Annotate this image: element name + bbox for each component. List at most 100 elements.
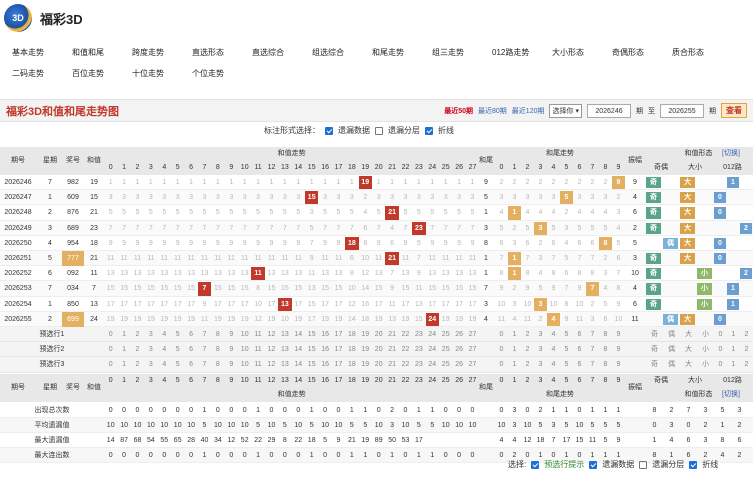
preview-012-cell[interactable]: 2 bbox=[740, 342, 753, 357]
preview-dx-cell[interactable]: 小 bbox=[697, 342, 714, 357]
preview-sum-cell[interactable]: 7 bbox=[198, 327, 211, 342]
preview-tail-cell[interactable]: 4 bbox=[547, 342, 560, 357]
preview-sum-cell[interactable]: 26 bbox=[452, 357, 465, 372]
nav-link[interactable]: 和尾走势 bbox=[360, 47, 420, 58]
preview-sum-cell[interactable]: 23 bbox=[412, 357, 425, 372]
preview-sum-cell[interactable]: 22 bbox=[399, 327, 412, 342]
nav-link[interactable]: 012路走势 bbox=[480, 47, 540, 58]
preview-tail-cell[interactable]: 5 bbox=[560, 342, 573, 357]
preview-hint-checkbox[interactable] bbox=[531, 460, 540, 469]
nav-link[interactable]: 组三走势 bbox=[420, 47, 480, 58]
preview-sum-cell[interactable]: 14 bbox=[292, 327, 305, 342]
preview-dx-cell[interactable]: 小 bbox=[697, 357, 714, 372]
footer-missing-data-checkbox[interactable] bbox=[589, 460, 598, 469]
preview-sum-cell[interactable]: 26 bbox=[452, 327, 465, 342]
preview-dx-cell[interactable]: 大 bbox=[680, 342, 697, 357]
preview-sum-cell[interactable]: 23 bbox=[412, 342, 425, 357]
preview-sum-cell[interactable]: 8 bbox=[211, 357, 224, 372]
preview-012-cell[interactable]: 0 bbox=[714, 357, 727, 372]
footer-polyline-checkbox[interactable] bbox=[689, 460, 698, 469]
preview-jo-cell[interactable]: 奇 bbox=[646, 342, 663, 357]
preview-sum-cell[interactable]: 22 bbox=[399, 357, 412, 372]
preview-sum-cell[interactable]: 3 bbox=[144, 357, 157, 372]
nav-link[interactable]: 跨度走势 bbox=[120, 47, 180, 58]
recent-80-link[interactable]: 最近80期 bbox=[478, 106, 507, 116]
preview-012-cell[interactable]: 1 bbox=[727, 342, 740, 357]
preview-sum-cell[interactable]: 17 bbox=[332, 342, 345, 357]
preview-tail-cell[interactable]: 8 bbox=[599, 357, 612, 372]
preview-jo-cell[interactable]: 奇 bbox=[646, 357, 663, 372]
preview-dx-cell[interactable]: 大 bbox=[680, 357, 697, 372]
preview-sum-cell[interactable]: 5 bbox=[171, 357, 184, 372]
preview-tail-cell[interactable]: 0 bbox=[495, 327, 508, 342]
preview-sum-cell[interactable]: 27 bbox=[466, 342, 479, 357]
preview-tail-cell[interactable]: 5 bbox=[560, 357, 573, 372]
preview-sum-cell[interactable]: 24 bbox=[426, 357, 439, 372]
preview-sum-cell[interactable]: 12 bbox=[265, 342, 278, 357]
preview-sum-cell[interactable]: 21 bbox=[385, 342, 398, 357]
preview-sum-cell[interactable]: 4 bbox=[158, 342, 171, 357]
preview-sum-cell[interactable]: 25 bbox=[439, 357, 452, 372]
preview-sum-cell[interactable]: 9 bbox=[225, 327, 238, 342]
to-period-input[interactable]: 2026255 bbox=[660, 103, 704, 118]
preview-tail-cell[interactable]: 7 bbox=[586, 327, 599, 342]
preview-sum-cell[interactable]: 27 bbox=[466, 357, 479, 372]
preview-tail-cell[interactable]: 4 bbox=[547, 357, 560, 372]
preview-sum-cell[interactable]: 21 bbox=[385, 357, 398, 372]
preview-sum-cell[interactable]: 4 bbox=[158, 327, 171, 342]
preview-sum-cell[interactable]: 16 bbox=[318, 357, 331, 372]
preview-sum-cell[interactable]: 13 bbox=[278, 342, 291, 357]
nav-link[interactable]: 基本走势 bbox=[0, 47, 60, 58]
preview-sum-cell[interactable]: 17 bbox=[332, 327, 345, 342]
preview-sum-cell[interactable]: 4 bbox=[158, 357, 171, 372]
preview-jo-cell[interactable]: 偶 bbox=[663, 342, 680, 357]
preview-tail-cell[interactable]: 7 bbox=[586, 357, 599, 372]
preview-jo-cell[interactable]: 偶 bbox=[663, 357, 680, 372]
preview-tail-cell[interactable]: 1 bbox=[508, 342, 521, 357]
recent-50-link[interactable]: 最近50期 bbox=[444, 106, 473, 116]
preview-sum-cell[interactable]: 12 bbox=[265, 327, 278, 342]
preview-sum-cell[interactable]: 2 bbox=[131, 327, 144, 342]
footer-missing-layer-checkbox[interactable] bbox=[639, 460, 648, 469]
nav-link[interactable]: 百位走势 bbox=[60, 68, 120, 79]
nav-link[interactable]: 个位走势 bbox=[180, 68, 240, 79]
preview-sum-cell[interactable]: 21 bbox=[385, 327, 398, 342]
form-switch-link[interactable]: [切换] bbox=[722, 147, 750, 161]
preview-sum-cell[interactable]: 15 bbox=[305, 357, 318, 372]
preview-tail-cell[interactable]: 0 bbox=[495, 342, 508, 357]
nav-link[interactable]: 十位走势 bbox=[120, 68, 180, 79]
preview-sum-cell[interactable]: 9 bbox=[225, 342, 238, 357]
preview-sum-cell[interactable]: 26 bbox=[452, 342, 465, 357]
preview-sum-cell[interactable]: 0 bbox=[104, 357, 117, 372]
preview-sum-cell[interactable]: 20 bbox=[372, 342, 385, 357]
preview-sum-cell[interactable]: 5 bbox=[171, 327, 184, 342]
preview-sum-cell[interactable]: 6 bbox=[184, 327, 197, 342]
preview-tail-cell[interactable]: 6 bbox=[573, 342, 586, 357]
preview-sum-cell[interactable]: 10 bbox=[238, 357, 251, 372]
preview-sum-cell[interactable]: 5 bbox=[171, 342, 184, 357]
preview-sum-cell[interactable]: 24 bbox=[426, 327, 439, 342]
preview-tail-cell[interactable]: 1 bbox=[508, 357, 521, 372]
preview-tail-cell[interactable]: 1 bbox=[508, 327, 521, 342]
preview-tail-cell[interactable]: 7 bbox=[586, 342, 599, 357]
preview-sum-cell[interactable]: 7 bbox=[198, 357, 211, 372]
preview-jo-cell[interactable]: 偶 bbox=[663, 327, 680, 342]
nav-link[interactable]: 二码走势 bbox=[0, 68, 60, 79]
preview-sum-cell[interactable]: 13 bbox=[278, 357, 291, 372]
preview-tail-cell[interactable]: 2 bbox=[521, 342, 534, 357]
nav-link[interactable]: 大小形态 bbox=[540, 47, 600, 58]
preview-sum-cell[interactable]: 20 bbox=[372, 327, 385, 342]
preview-sum-cell[interactable]: 20 bbox=[372, 357, 385, 372]
preview-sum-cell[interactable]: 1 bbox=[117, 342, 130, 357]
preview-012-cell[interactable]: 2 bbox=[740, 327, 753, 342]
preview-sum-cell[interactable]: 18 bbox=[345, 357, 358, 372]
preview-tail-cell[interactable]: 3 bbox=[534, 327, 547, 342]
preview-sum-cell[interactable]: 11 bbox=[251, 342, 264, 357]
preview-sum-cell[interactable]: 10 bbox=[238, 327, 251, 342]
polyline-checkbox[interactable] bbox=[425, 126, 433, 135]
preview-sum-cell[interactable]: 25 bbox=[439, 327, 452, 342]
preview-tail-cell[interactable]: 8 bbox=[599, 327, 612, 342]
preview-dx-cell[interactable]: 大 bbox=[680, 327, 697, 342]
preview-sum-cell[interactable]: 12 bbox=[265, 357, 278, 372]
preview-tail-cell[interactable]: 9 bbox=[612, 342, 625, 357]
